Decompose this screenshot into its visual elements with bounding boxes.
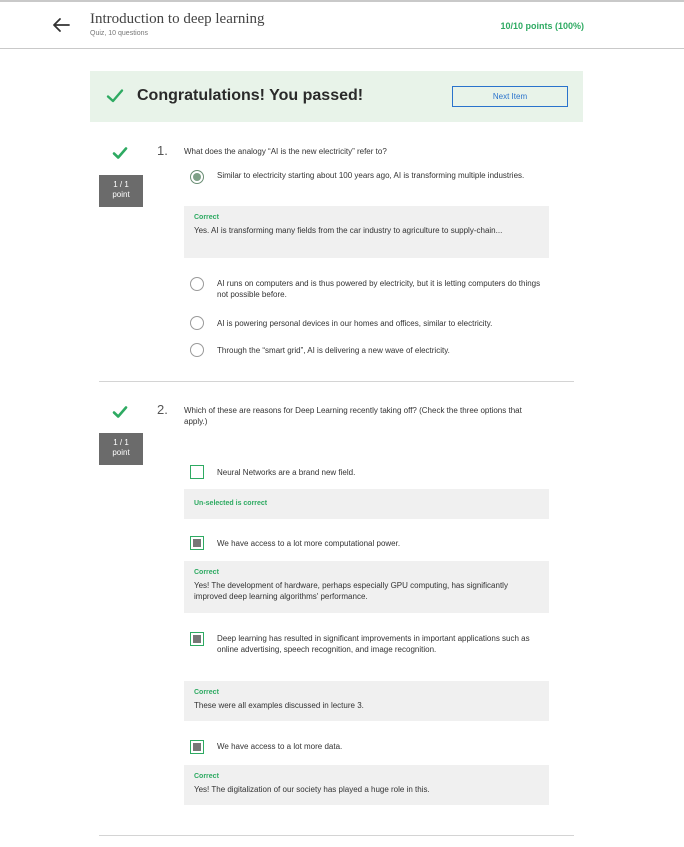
question-divider [99,835,574,836]
radio-button[interactable] [190,343,204,357]
arrow-left-icon[interactable] [50,14,72,36]
points-value: 1 / 1 [113,180,129,189]
option-text: Deep learning has resulted in significan… [217,634,530,654]
question-divider [99,381,574,382]
checkmark-icon [106,89,124,103]
question-number: 1. [157,143,168,158]
answer-option[interactable]: We have access to a lot more data. [184,740,554,766]
option-text: Similar to electricity starting about 10… [217,171,525,180]
checkbox[interactable] [190,465,204,479]
answer-option[interactable]: We have access to a lot more computation… [184,536,554,562]
question-correct-icon [112,406,128,418]
question-number: 2. [157,402,168,417]
answer-option[interactable]: Through the “smart grid”, AI is deliveri… [184,343,554,369]
feedback-box: Correct These were all examples discusse… [184,681,549,721]
checkbox-checked[interactable] [190,740,204,754]
question-text: Which of these are reasons for Deep Lear… [184,406,522,426]
quiz-subtitle: Quiz, 10 questions [90,30,148,37]
feedback-box: Un-selected is correct [184,489,549,519]
question-correct-icon [112,147,128,159]
checkbox-checked[interactable] [190,536,204,550]
feedback-box: Correct Yes! The digitalization of our s… [184,765,549,805]
feedback-box: Correct Yes. AI is transforming many fie… [184,206,549,258]
feedback-text: Yes. AI is transforming many fields from… [194,226,503,235]
answer-option[interactable]: Deep learning has resulted in significan… [184,632,554,670]
option-text: Through the “smart grid”, AI is deliveri… [217,346,450,355]
checkbox-checked[interactable] [190,632,204,646]
passed-message: Congratulations! You passed! [137,87,364,104]
option-text: We have access to a lot more computation… [217,539,401,548]
option-text: AI runs on computers and is thus powered… [217,279,541,299]
radio-button-selected[interactable] [190,170,204,184]
quiz-header: Introduction to deep learning Quiz, 10 q… [0,2,684,49]
quiz-title: Introduction to deep learning [90,11,265,27]
option-text: Neural Networks are a brand new field. [217,468,356,477]
answer-option[interactable]: Similar to electricity starting about 10… [184,170,554,196]
feedback-title: Correct [194,773,219,780]
feedback-title: Un-selected is correct [194,500,268,507]
passed-banner: Congratulations! You passed! Next Item [90,71,583,122]
points-unit: point [112,448,130,457]
feedback-text: Yes! The development of hardware, perhap… [194,581,508,601]
answer-option[interactable]: Neural Networks are a brand new field. [184,465,554,491]
answer-option[interactable]: AI runs on computers and is thus powered… [184,277,554,303]
points-unit: point [112,190,130,199]
option-text: We have access to a lot more data. [217,742,343,751]
radio-button[interactable] [190,277,204,291]
question-text: What does the analogy “AI is the new ele… [184,147,387,156]
option-text: AI is powering personal devices in our h… [217,319,493,328]
feedback-title: Correct [194,569,219,576]
points-value: 1 / 1 [113,438,129,447]
feedback-title: Correct [194,214,219,221]
question-points-badge: 1 / 1 point [99,433,143,465]
radio-button[interactable] [190,316,204,330]
question-points-badge: 1 / 1 point [99,175,143,207]
answer-option[interactable]: AI is powering personal devices in our h… [184,316,554,342]
feedback-box: Correct Yes! The development of hardware… [184,561,549,613]
feedback-text: These were all examples discussed in lec… [194,701,364,710]
feedback-title: Correct [194,689,219,696]
score-summary: 10/10 points (100%) [500,21,584,31]
next-item-button[interactable]: Next Item [452,86,568,107]
feedback-text: Yes! The digitalization of our society h… [194,785,430,794]
